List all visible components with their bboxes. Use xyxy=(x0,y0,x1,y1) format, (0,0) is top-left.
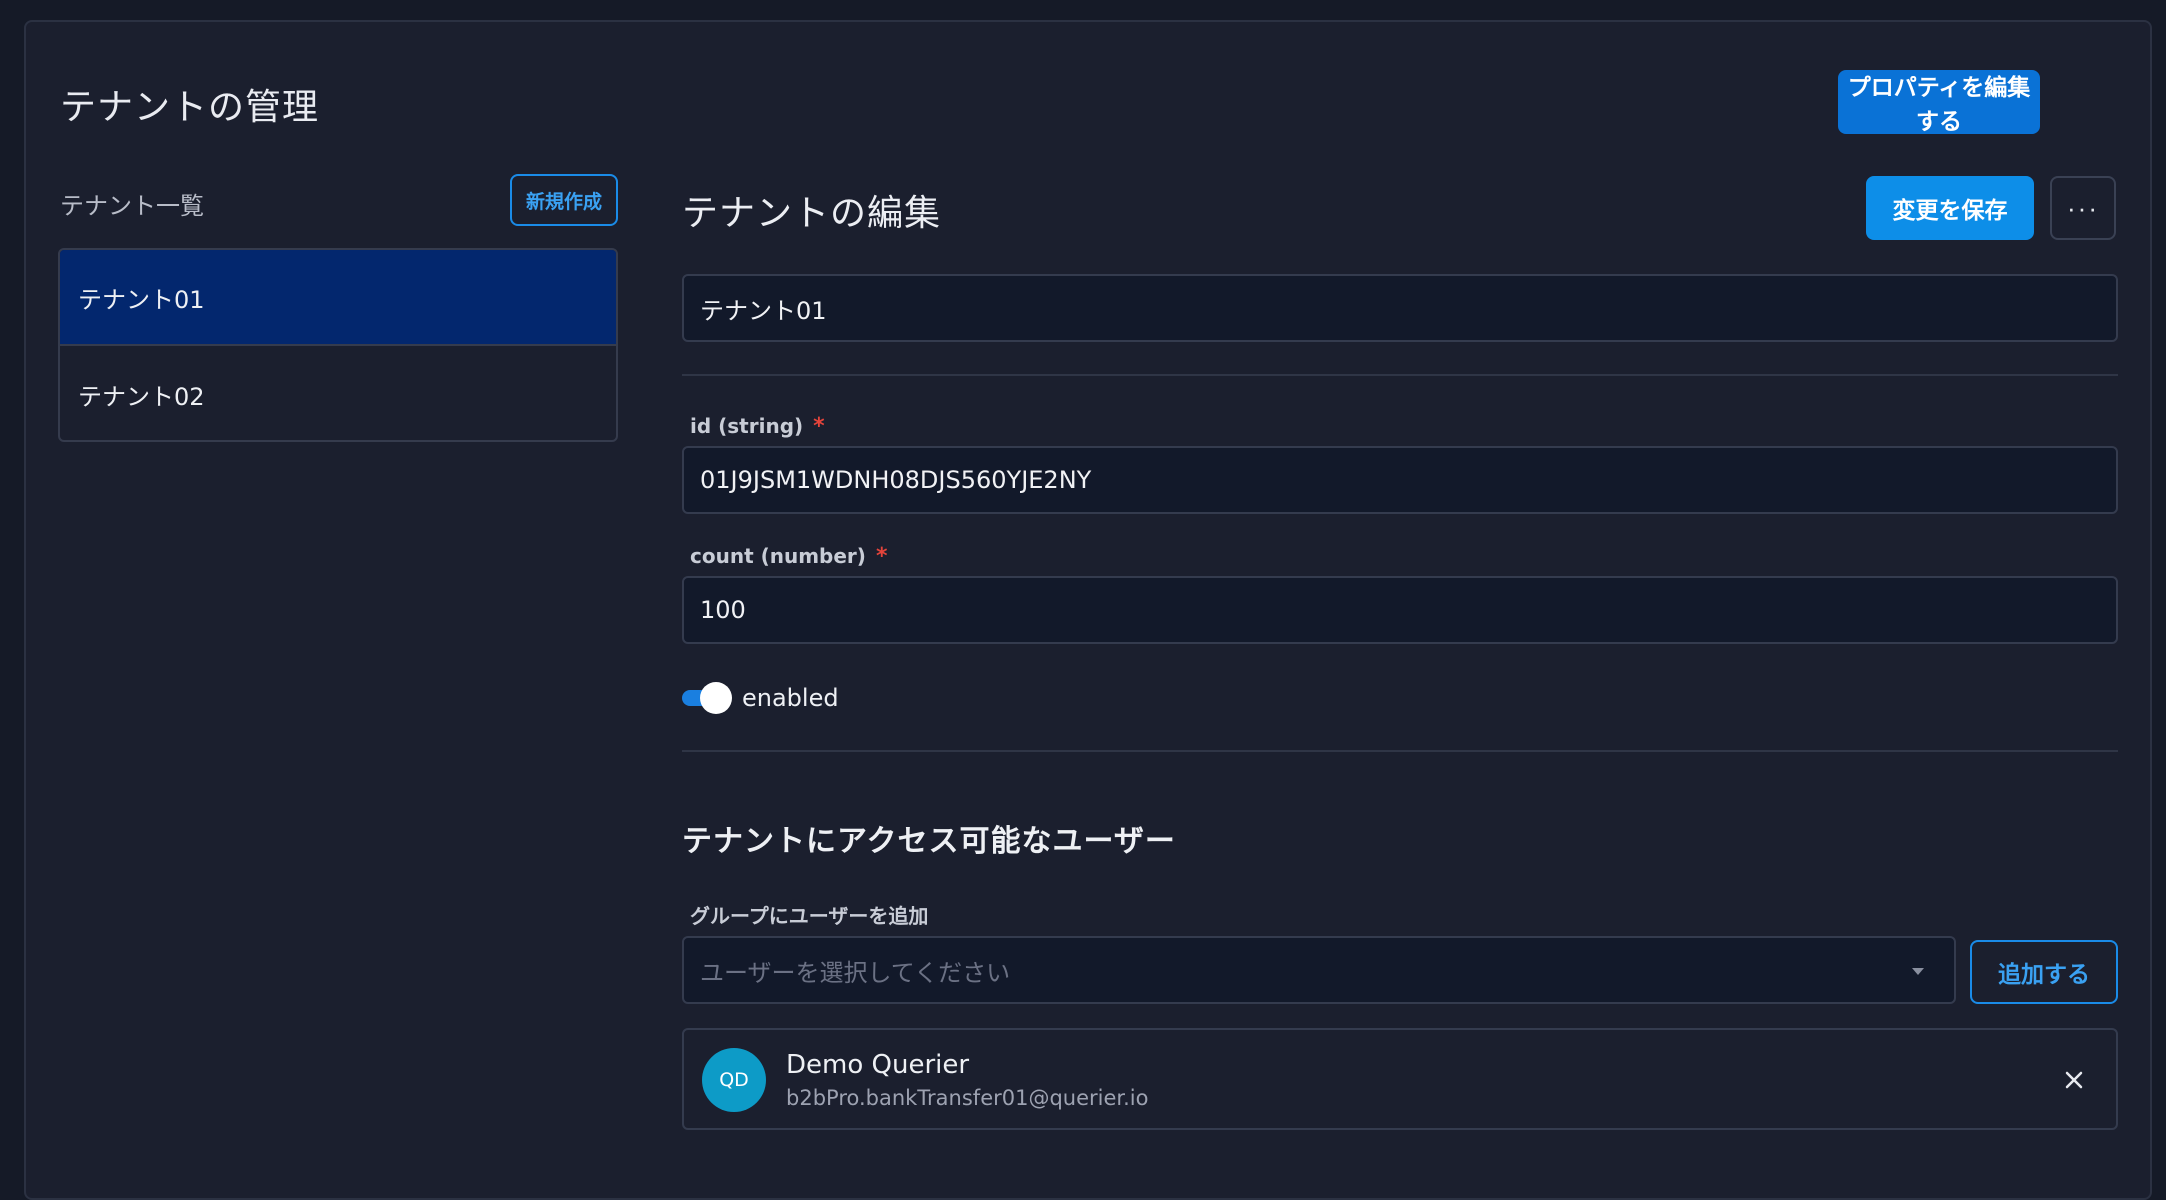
required-marker: * xyxy=(875,544,888,569)
count-label-text: count (number) xyxy=(690,544,866,568)
id-field-label: id (string) * xyxy=(690,414,825,439)
tenant-list-item-02[interactable]: テナント02 xyxy=(60,346,616,440)
tenant-list: テナント01 テナント02 xyxy=(58,248,618,442)
add-user-button[interactable]: 追加する xyxy=(1970,940,2118,1004)
enabled-label: enabled xyxy=(742,684,839,712)
editor-title: テナントの編集 xyxy=(682,193,942,234)
id-label-text: id (string) xyxy=(690,414,804,438)
user-name: Demo Querier xyxy=(786,1050,970,1080)
tenant-list-label: テナント一覧 xyxy=(60,192,204,220)
user-select[interactable]: ユーザーを選択してください xyxy=(682,936,1956,1004)
more-icon: ··· xyxy=(2067,192,2099,223)
user-list-item: QD Demo Querier b2bPro.bankTransfer01@qu… xyxy=(682,1028,2118,1130)
page-title: テナントの管理 xyxy=(60,87,320,128)
save-changes-button[interactable]: 変更を保存 xyxy=(1866,176,2034,240)
add-user-label: グループにユーザーを追加 xyxy=(690,904,929,928)
tenant-name-input[interactable]: テナント01 xyxy=(682,274,2118,342)
main-panel: テナントの管理 プロパティを編集する テナント一覧 新規作成 テナント01 テナ… xyxy=(24,20,2152,1200)
tenant-list-item-01[interactable]: テナント01 xyxy=(60,250,616,346)
count-input[interactable]: 100 xyxy=(682,576,2118,644)
count-field-label: count (number) * xyxy=(690,544,887,569)
id-input[interactable]: 01J9JSM1WDNH08DJS560YJE2NY xyxy=(682,446,2118,514)
user-select-placeholder: ユーザーを選択してください xyxy=(700,958,1011,987)
close-icon[interactable] xyxy=(2056,1062,2092,1098)
user-email: b2bPro.bankTransfer01@querier.io xyxy=(786,1086,1149,1110)
edit-properties-button[interactable]: プロパティを編集する xyxy=(1838,70,2040,135)
required-marker: * xyxy=(813,414,825,439)
divider xyxy=(682,374,2118,376)
more-options-button[interactable]: ··· xyxy=(2050,176,2116,240)
users-section-title: テナントにアクセス可能なユーザー xyxy=(682,824,1176,859)
divider xyxy=(682,750,2118,752)
toggle-knob xyxy=(700,682,732,714)
new-tenant-button[interactable]: 新規作成 xyxy=(510,174,618,226)
enabled-toggle[interactable] xyxy=(682,682,732,714)
chevron-down-icon xyxy=(1912,968,1924,975)
avatar: QD xyxy=(702,1048,766,1112)
